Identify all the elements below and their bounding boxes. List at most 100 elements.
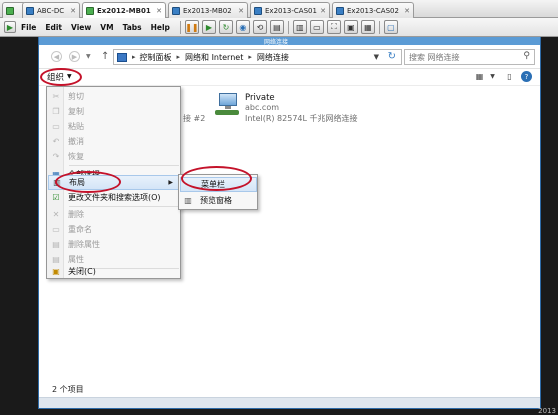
menu-item-layout[interactable]: ▥ 布局 ▶ [48,175,180,190]
revert-snapshot-icon[interactable]: ⟲ [252,20,267,34]
delete-icon: ✕ [52,210,60,219]
menu-help[interactable]: Help [151,23,170,32]
menu-file[interactable]: File [21,23,36,32]
menu-item-folder-options[interactable]: ☑ 更改文件夹和搜索选项(O) [48,190,180,205]
vm-tab-ex2013-mb02[interactable]: Ex2013-MB02 ✕ [168,2,248,18]
adapter-device: Intel(R) 82574L 千兆网络连接 [245,114,358,123]
view-dropdown-icon[interactable]: ▼ [487,71,498,82]
vm-tab-abc-dc[interactable]: ABC-DC ✕ [22,2,80,18]
breadcrumb-chevron-icon[interactable]: ▸ [177,53,181,61]
address-bar[interactable]: ▸ 控制面板 ▸ 网络和 Internet ▸ 网络连接 ▼ ↻ [113,49,402,65]
thumbnail-icon[interactable]: ▭ [309,20,324,34]
change-view-icon[interactable]: ▦ [474,71,485,82]
menu-item-label: 剪切 [68,92,84,101]
menu-tabs[interactable]: Tabs [123,23,142,32]
adapter-partial-label: 接 #2 [183,114,206,123]
submenu-item-menu-bar[interactable]: 菜单栏 [180,177,257,192]
properties-icon: ▤ [52,255,60,264]
vm-tab-label: Ex2013-CAS01 [265,6,317,15]
menu-item-redo[interactable]: ↷ 恢复 [48,149,180,164]
fullscreen-icon[interactable]: ⛶ [326,20,341,34]
rename-icon: ▭ [52,225,60,234]
vm-icon [336,6,344,15]
preview-pane-icon[interactable]: ▯ [504,71,515,82]
vm-tab-strip: ABC-DC ✕ Ex2012-MB01 ✕ Ex2013-MB02 ✕ Ex2013… [0,0,558,18]
sidebar-toggle-icon[interactable]: ▥ [292,20,307,34]
search-icon[interactable]: ⚲ [523,51,530,61]
reset-icon[interactable]: ↻ [218,20,233,34]
search-input[interactable]: 搜索 网络连接 ⚲ [404,49,535,65]
back-icon[interactable]: ◀ [51,51,62,62]
recent-dropdown-icon[interactable]: ▼ [86,53,91,60]
menu-vm[interactable]: VM [100,23,113,32]
vm-icon [172,6,180,15]
breadcrumb-chevron-icon[interactable]: ▸ [248,53,252,61]
power-icon[interactable]: ▶ [4,21,16,33]
layout-submenu: 菜单栏 ▥ 预览窗格 [178,174,258,210]
close-icon[interactable]: ✕ [235,7,244,15]
corner-text: 2013 [538,407,556,415]
console-view-icon[interactable]: ▦ [360,20,375,34]
chevron-down-icon: ▼ [67,73,72,80]
menu-item-label: 删除属性 [68,240,100,249]
submenu-item-preview-pane[interactable]: ▥ 预览窗格 [180,193,257,208]
menu-item-undo[interactable]: ↶ 撤消 [48,134,180,149]
up-icon[interactable]: ↑ [101,51,109,62]
vm-tab-ex2013-cas02[interactable]: Ex2013-CAS02 ✕ [332,2,414,18]
window-bottom-border [39,397,540,408]
network-adapter-icon [215,93,239,117]
submenu-item-label: 菜单栏 [201,180,225,189]
window-title-bar: 网络连接 [39,37,540,46]
menu-item-close[interactable]: ▣ 关闭(C) [48,264,180,279]
vm-home-icon [6,6,14,15]
snapshot-icon[interactable]: ◉ [235,20,250,34]
fit-guest-icon[interactable]: ▢ [383,20,398,34]
play-icon[interactable]: ▶ [201,20,216,34]
vm-tab-label: ABC-DC [37,6,65,15]
close-icon[interactable]: ✕ [317,7,326,15]
preview-pane-icon: ▥ [184,196,192,205]
menu-item-rename[interactable]: ▭ 重命名 [48,222,180,237]
folder-options-icon: ☑ [52,193,60,202]
vm-tab-ex2013-cas01[interactable]: Ex2013-CAS01 ✕ [250,2,330,18]
redo-icon: ↷ [52,152,60,161]
menu-item-paste[interactable]: ▭ 粘贴 [48,119,180,134]
menu-item-copy[interactable]: ❐ 复制 [48,104,180,119]
organize-label: 组织 [47,72,65,83]
menu-item-cut[interactable]: ✂ 剪切 [48,89,180,104]
close-icon[interactable]: ✕ [153,7,162,15]
menu-item-delete[interactable]: ✕ 删除 [48,207,180,222]
close-icon[interactable]: ✕ [401,7,410,15]
help-icon[interactable]: ? [521,71,532,82]
organize-button[interactable]: 组织 ▼ [44,70,75,83]
network-adapter-private[interactable]: Private abc.com Intel(R) 82574L 千兆网络连接 [215,93,375,123]
vm-tab-ex2012-mb01[interactable]: Ex2012-MB01 ✕ [82,2,166,18]
search-placeholder: 搜索 网络连接 [409,52,460,62]
menu-item-remove-properties[interactable]: ▤ 删除属性 [48,237,180,252]
item-count: 2 个项目 [52,385,84,394]
breadcrumb-network-internet[interactable]: 网络和 Internet [185,52,243,63]
breadcrumb-network-connections[interactable]: 网络连接 [257,52,289,63]
vm-icon [254,6,262,15]
menu-view[interactable]: View [71,23,91,32]
menu-edit[interactable]: Edit [45,23,62,32]
close-icon[interactable]: ✕ [67,7,76,15]
breadcrumb-chevron-icon[interactable]: ▸ [132,53,136,61]
paste-icon: ▭ [52,122,60,131]
menu-item-label: 粘贴 [68,122,84,131]
breadcrumb-control-panel[interactable]: 控制面板 [140,52,172,63]
pause-icon[interactable]: ❚❚ [184,20,199,34]
menu-item-label: 删除 [68,210,84,219]
vm-tab-label: Ex2012-MB01 [97,6,151,15]
address-dropdown-icon[interactable]: ▼ [374,53,379,61]
toolbar-separator [179,20,181,34]
snapshot-manager-icon[interactable]: ▤ [269,20,284,34]
unity-icon[interactable]: ▣ [343,20,358,34]
refresh-icon[interactable]: ↻ [388,51,396,62]
vm-icon [86,6,94,15]
submenu-arrow-icon: ▶ [168,179,173,186]
menu-item-label: 撤消 [68,137,84,146]
menu-item-label: 恢复 [68,152,84,161]
copy-icon: ❐ [52,107,60,116]
forward-icon[interactable]: ▶ [69,51,80,62]
